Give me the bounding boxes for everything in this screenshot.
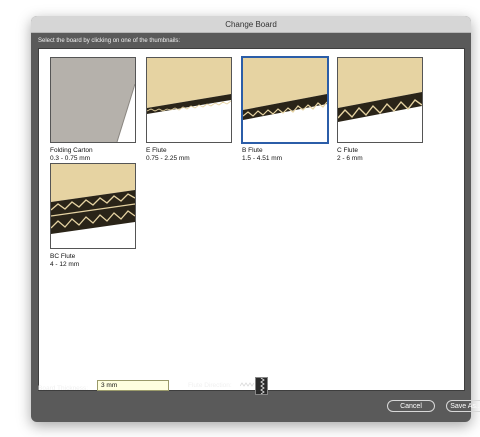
instruction-text: Select the board by clicking on one of t… bbox=[38, 38, 181, 44]
flute-direction-icon[interactable] bbox=[240, 379, 254, 391]
save-as-button[interactable]: Save As... bbox=[446, 400, 480, 412]
board-thickness-input[interactable]: 3 mm bbox=[97, 380, 169, 391]
board-name: BC Flute bbox=[50, 253, 76, 260]
board-range: 0.3 - 0.75 mm bbox=[50, 155, 91, 162]
b-flute-image bbox=[242, 57, 328, 143]
board-thumbnail-b-flute[interactable]: B Flute 1.5 - 4.51 mm bbox=[242, 57, 328, 163]
board-range: 2 - 6 mm bbox=[337, 155, 363, 162]
board-range: 1.5 - 4.51 mm bbox=[242, 155, 283, 162]
board-name: B Flute bbox=[242, 147, 263, 154]
flute-direction-vertical-icon[interactable] bbox=[255, 377, 268, 395]
board-thumbnail-e-flute[interactable]: E Flute 0.75 - 2.25 mm bbox=[146, 57, 232, 163]
e-flute-image bbox=[146, 57, 232, 143]
board-thumbnail-c-flute[interactable]: C Flute 2 - 6 mm bbox=[337, 57, 423, 163]
board-name: E Flute bbox=[146, 147, 167, 154]
thumbnail-panel: Folding Carton 0.3 - 0.75 mm E Flute 0.7… bbox=[38, 48, 465, 391]
folding-carton-image bbox=[50, 57, 136, 143]
c-flute-image bbox=[337, 57, 423, 143]
dialog-title: Change Board bbox=[31, 16, 471, 33]
flute-direction-label: Flute Direction: bbox=[188, 382, 232, 389]
cancel-button[interactable]: Cancel bbox=[387, 400, 435, 412]
board-name: Folding Carton bbox=[50, 147, 93, 154]
bc-flute-image bbox=[50, 163, 136, 249]
board-range: 4 - 12 mm bbox=[50, 261, 80, 268]
board-name: C Flute bbox=[337, 147, 358, 154]
board-range: 0.75 - 2.25 mm bbox=[146, 155, 190, 162]
board-thickness-label: Board Thickness: bbox=[38, 384, 89, 392]
board-thumbnail-bc-flute[interactable]: BC Flute 4 - 12 mm bbox=[50, 163, 136, 269]
board-thumbnail-folding-carton[interactable]: Folding Carton 0.3 - 0.75 mm bbox=[50, 57, 136, 163]
change-board-dialog: Change Board Select the board by clickin… bbox=[31, 16, 471, 422]
